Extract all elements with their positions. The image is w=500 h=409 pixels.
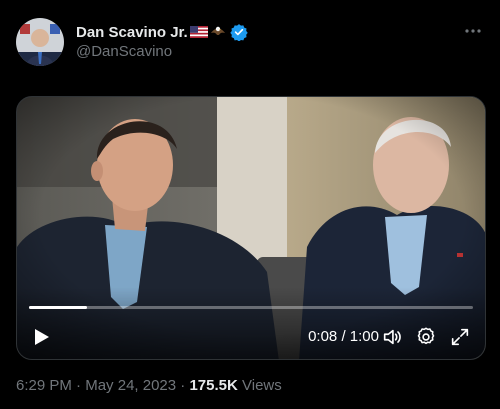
meta-separator-2: · [176,377,190,394]
video-controls: 0:08 / 1:00 [17,315,485,359]
verified-badge-icon[interactable] [230,23,248,41]
views-count[interactable]: 175.5K [189,377,237,394]
display-name[interactable]: Dan Scavino Jr. [76,24,188,41]
current-time: 0:08 [308,328,338,345]
video-progress-fill [29,306,87,309]
time-separator: / [337,328,350,345]
video-timecode: 0:08 / 1:00 [308,328,379,345]
more-options-button[interactable] [462,20,484,42]
video-player[interactable]: 0:08 / 1:00 [16,96,486,360]
tweet-date[interactable]: May 24, 2023 [85,377,176,394]
views-label: Views [242,377,282,394]
author-handle[interactable]: @DanScavino [76,43,172,60]
video-progress-bar[interactable] [29,306,473,309]
duration: 1:00 [349,328,379,345]
more-horizontal-icon [465,29,481,33]
avatar[interactable] [16,18,64,66]
us-flag-emoji [189,26,208,38]
tweet-time[interactable]: 6:29 PM [16,377,72,394]
meta-separator: · [71,377,86,394]
fullscreen-icon[interactable] [449,326,471,348]
eagle-emoji [210,26,225,35]
settings-icon[interactable] [415,326,437,348]
tweet-metadata: 6:29 PM · May 24, 2023 · 175.5K Views [16,377,282,394]
volume-icon[interactable] [381,326,403,348]
play-icon[interactable] [29,325,53,349]
avatar-image [16,18,64,66]
author-name-row[interactable]: Dan Scavino Jr. [76,22,248,42]
